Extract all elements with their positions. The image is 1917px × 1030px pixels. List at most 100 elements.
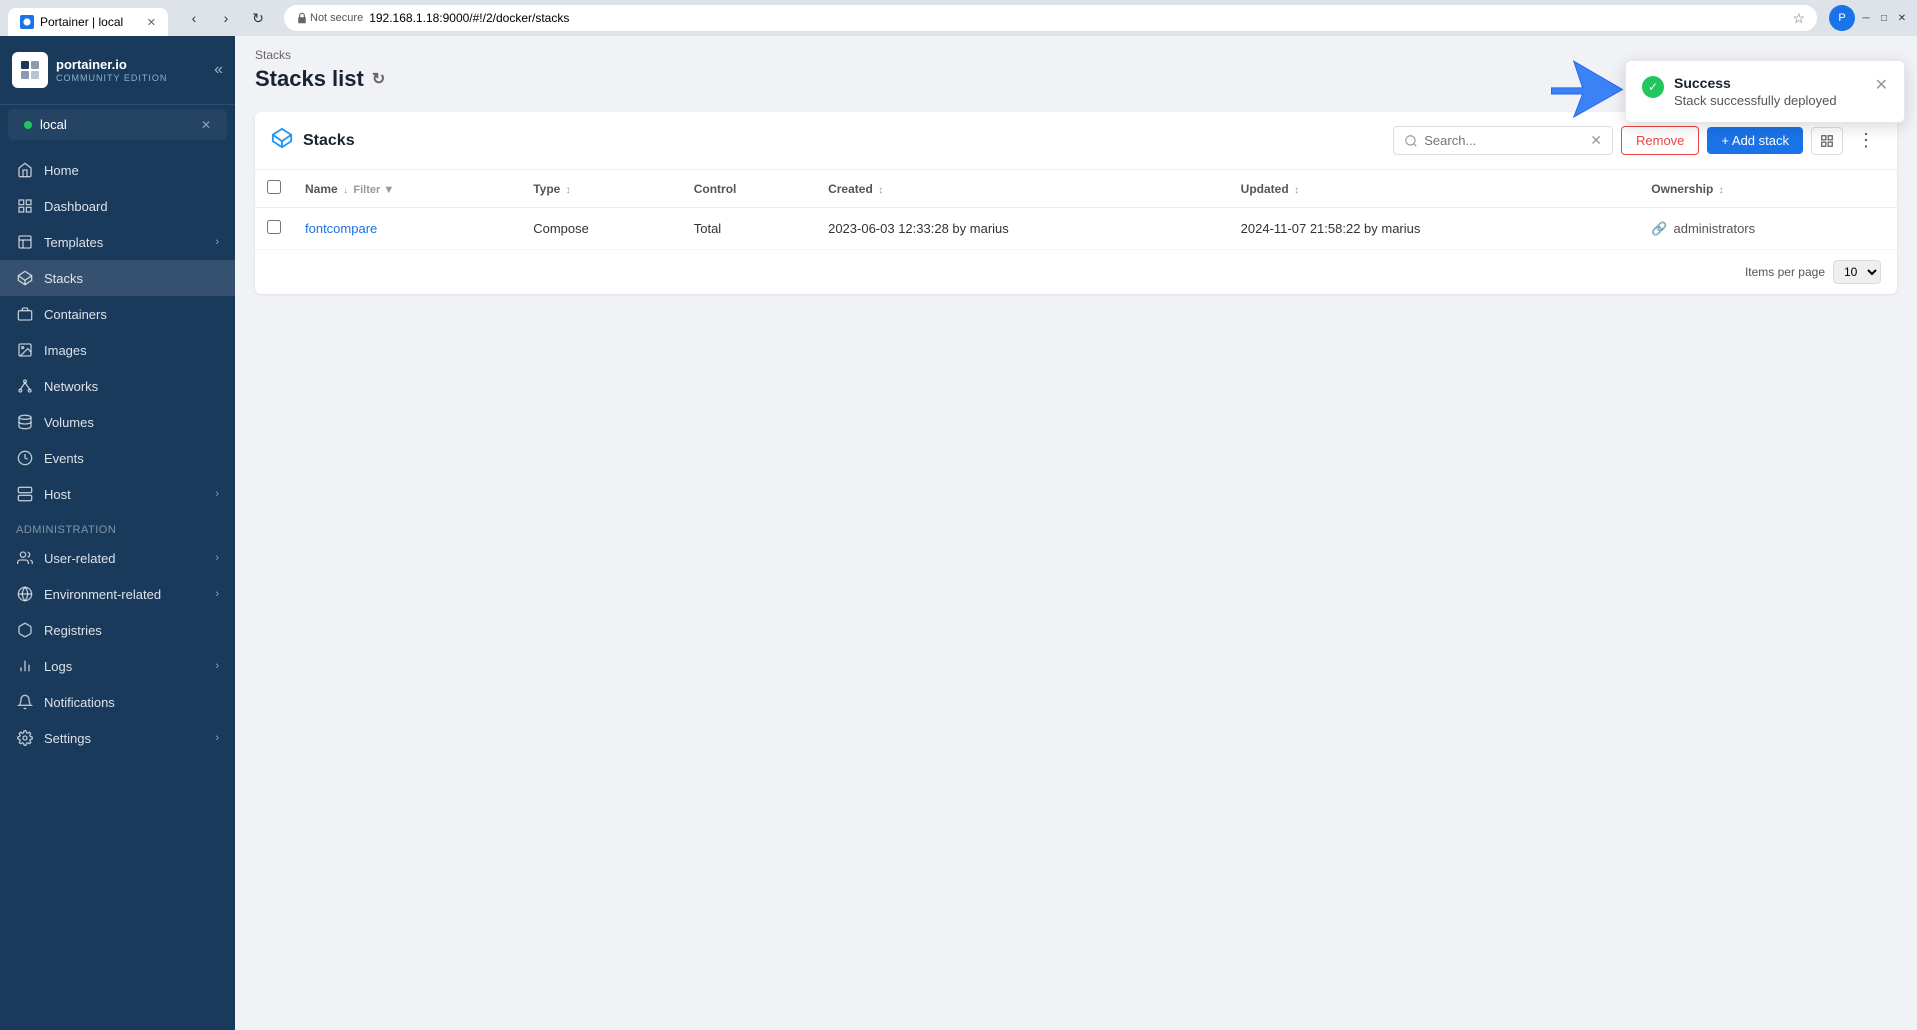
created-sort-icon[interactable]: ↕	[878, 185, 883, 196]
events-icon	[16, 449, 34, 467]
stacks-icon	[16, 269, 34, 287]
networks-icon	[16, 377, 34, 395]
templates-icon	[16, 233, 34, 251]
forward-button[interactable]: ›	[212, 4, 240, 32]
logo-area: portainer.io COMMUNITY EDITION	[12, 52, 167, 88]
sidebar-item-volumes[interactable]: Volumes	[0, 404, 235, 440]
images-icon	[16, 341, 34, 359]
search-input[interactable]	[1424, 133, 1584, 148]
containers-icon	[16, 305, 34, 323]
toast-content: Success Stack successfully deployed	[1674, 75, 1865, 108]
reload-button[interactable]: ↻	[244, 4, 272, 32]
sidebar-collapse-button[interactable]: «	[214, 61, 223, 79]
endpoint-item[interactable]: local ✕	[8, 109, 227, 140]
sidebar-item-networks[interactable]: Networks	[0, 368, 235, 404]
more-options-button[interactable]: ⋮	[1851, 126, 1881, 155]
updated-sort-icon[interactable]: ↕	[1294, 185, 1299, 196]
logo-subtitle: COMMUNITY EDITION	[56, 73, 167, 83]
sidebar-item-registries[interactable]: Registries	[0, 612, 235, 648]
toast: ✓ Success Stack successfully deployed ✕	[1625, 60, 1905, 123]
col-created-label: Created	[828, 182, 873, 196]
bookmark-button[interactable]: ☆	[1792, 10, 1805, 27]
toast-success-icon: ✓	[1642, 76, 1664, 98]
items-per-page-label: Items per page	[1745, 265, 1825, 279]
sidebar-item-environment-related[interactable]: Environment-related ›	[0, 576, 235, 612]
volumes-icon	[16, 413, 34, 431]
ownership-sort-icon[interactable]: ↕	[1719, 185, 1724, 196]
address-bar-area: Not secure ☆	[284, 5, 1817, 31]
logo-icon	[12, 52, 48, 88]
col-type-label: Type	[533, 182, 560, 196]
add-stack-button[interactable]: + Add stack	[1707, 127, 1803, 154]
sidebar-item-settings[interactable]: Settings ›	[0, 720, 235, 756]
sidebar-item-home[interactable]: Home	[0, 152, 235, 188]
col-ownership-label: Ownership	[1651, 182, 1713, 196]
profile-button[interactable]: P	[1829, 5, 1855, 31]
sidebar-item-containers[interactable]: Containers	[0, 296, 235, 332]
view-toggle-button[interactable]	[1811, 127, 1843, 155]
search-box: ✕	[1393, 126, 1613, 155]
refresh-button[interactable]: ↻	[372, 69, 385, 89]
url-bar[interactable]	[369, 11, 1786, 25]
col-control-header: Control	[682, 170, 816, 208]
stack-ownership: 🔗 administrators	[1639, 208, 1897, 250]
remove-button[interactable]: Remove	[1621, 126, 1699, 155]
active-tab[interactable]: Portainer | local ✕	[8, 8, 168, 36]
sidebar-item-label-home: Home	[44, 163, 79, 178]
card-title-text: Stacks	[303, 132, 355, 150]
sidebar-item-notifications[interactable]: Notifications	[0, 684, 235, 720]
sidebar-item-dashboard[interactable]: Dashboard	[0, 188, 235, 224]
sidebar-item-images[interactable]: Images	[0, 332, 235, 368]
sidebar: portainer.io COMMUNITY EDITION « local ✕…	[0, 36, 235, 1030]
page-title-text: Stacks list	[255, 66, 364, 92]
sidebar-item-stacks[interactable]: Stacks	[0, 260, 235, 296]
ownership-value: administrators	[1673, 221, 1755, 236]
sidebar-item-label-user-related: User-related	[44, 551, 116, 566]
browser-tabs: Portainer | local ✕	[8, 0, 168, 36]
environment-icon	[16, 585, 34, 603]
stack-updated: 2024-11-07 21:58:22 by marius	[1229, 208, 1640, 250]
maximize-button[interactable]: □	[1877, 11, 1891, 25]
col-ownership-header: Ownership ↕	[1639, 170, 1897, 208]
user-related-chevron: ›	[215, 552, 219, 564]
close-window-button[interactable]: ✕	[1895, 11, 1909, 25]
stack-control: Total	[682, 208, 816, 250]
sidebar-item-label-images: Images	[44, 343, 87, 358]
table-footer: Items per page 10 25 50	[255, 250, 1897, 294]
sidebar-item-label-notifications: Notifications	[44, 695, 115, 710]
content-area: Stacks ✕ Remove + Add stack ⋮	[235, 96, 1917, 310]
browser-chrome: Portainer | local ✕ ‹ › ↻ Not secure ☆ P…	[0, 0, 1917, 36]
toast-close-button[interactable]: ✕	[1875, 75, 1888, 95]
sidebar-item-events[interactable]: Events	[0, 440, 235, 476]
toast-title: Success	[1674, 75, 1865, 91]
minimize-button[interactable]: ─	[1859, 11, 1873, 25]
stacks-card-icon	[271, 127, 293, 154]
sidebar-item-host[interactable]: Host ›	[0, 476, 235, 512]
search-clear-button[interactable]: ✕	[1590, 132, 1602, 149]
tab-close-button[interactable]: ✕	[147, 16, 156, 29]
sidebar-item-templates[interactable]: Templates ›	[0, 224, 235, 260]
type-sort-icon[interactable]: ↕	[566, 185, 571, 196]
toast-message: Stack successfully deployed	[1674, 93, 1865, 108]
sidebar-item-user-related[interactable]: User-related ›	[0, 540, 235, 576]
sidebar-item-label-environment-related: Environment-related	[44, 587, 161, 602]
templates-chevron: ›	[215, 236, 219, 248]
back-button[interactable]: ‹	[180, 4, 208, 32]
environment-related-chevron: ›	[215, 588, 219, 600]
stack-name-link[interactable]: fontcompare	[305, 221, 377, 236]
items-per-page-select[interactable]: 10 25 50	[1833, 260, 1881, 284]
ownership-icon: 🔗	[1651, 221, 1667, 237]
name-filter-icon[interactable]: Filter ▼	[353, 184, 394, 196]
endpoint-close-button[interactable]: ✕	[201, 118, 211, 132]
name-sort-icon[interactable]: ↓	[343, 185, 348, 196]
sidebar-item-logs[interactable]: Logs ›	[0, 648, 235, 684]
row-checkbox[interactable]	[267, 220, 281, 234]
sidebar-item-label-dashboard: Dashboard	[44, 199, 108, 214]
arrow-pointer	[1547, 55, 1627, 128]
sidebar-item-label-containers: Containers	[44, 307, 107, 322]
select-all-checkbox[interactable]	[267, 180, 281, 194]
stacks-card: Stacks ✕ Remove + Add stack ⋮	[255, 112, 1897, 294]
select-all-header	[255, 170, 293, 208]
home-icon	[16, 161, 34, 179]
sidebar-item-label-host: Host	[44, 487, 71, 502]
